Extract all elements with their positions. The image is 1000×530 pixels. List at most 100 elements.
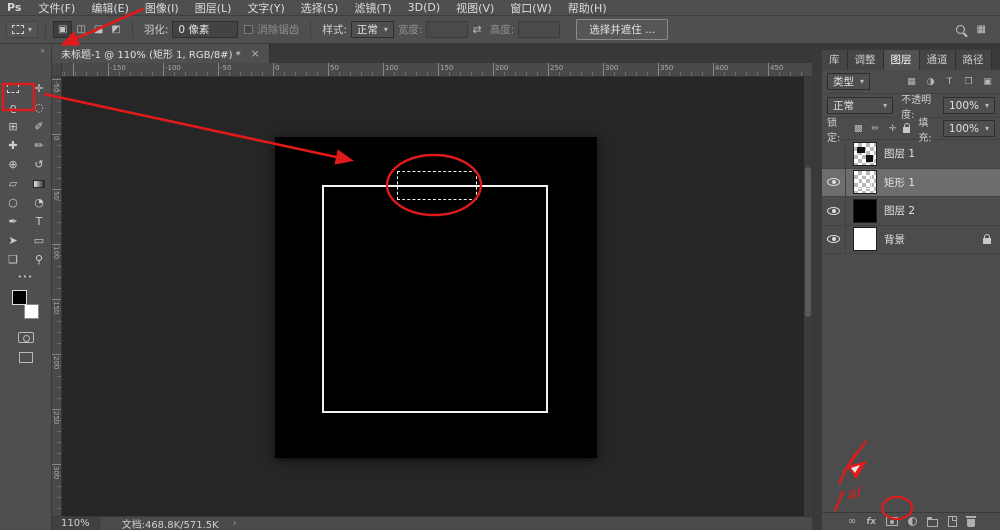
smart-object-filter-icon[interactable]: ▣: [980, 77, 995, 87]
new-group-icon[interactable]: [927, 519, 938, 527]
tool-type[interactable]: T: [26, 212, 52, 231]
swap-dimensions-icon[interactable]: ⇄: [472, 23, 481, 36]
pixel-filter-icon[interactable]: ▦: [904, 77, 919, 87]
tool-rectangular-marquee[interactable]: [0, 79, 26, 98]
new-selection-mode-icon[interactable]: ▣: [53, 21, 72, 38]
workspace-icon[interactable]: ▦: [977, 24, 986, 35]
menu-file[interactable]: 文件(F): [30, 0, 83, 16]
tool-clone-stamp[interactable]: ⊕: [0, 155, 26, 174]
menu-edit[interactable]: 编辑(E): [83, 0, 137, 16]
tab-channels[interactable]: 通道: [920, 50, 956, 70]
tab-adjustments[interactable]: 调整: [848, 50, 884, 70]
background-color-swatch[interactable]: [24, 304, 39, 319]
lock-all-icon[interactable]: [903, 127, 910, 133]
foreground-color-swatch[interactable]: [12, 290, 27, 305]
tool-eraser[interactable]: ▱: [0, 174, 26, 193]
tool-dodge[interactable]: ◔: [26, 193, 52, 212]
tool-move[interactable]: ✛: [26, 79, 52, 98]
select-and-mask-button[interactable]: 选择并遮住 ...: [576, 19, 668, 40]
layer-thumbnail[interactable]: [853, 199, 877, 223]
canvas[interactable]: [275, 137, 597, 458]
opacity-select[interactable]: 100% ▾: [943, 97, 995, 114]
visibility-toggle[interactable]: [822, 226, 846, 254]
visibility-toggle[interactable]: [822, 169, 846, 197]
tool-history-brush[interactable]: ↺: [26, 155, 52, 174]
add-layer-mask-icon[interactable]: [886, 517, 898, 526]
layer-row-rect1[interactable]: 矩形 1: [822, 169, 1000, 198]
screen-mode-icon[interactable]: [19, 352, 33, 363]
layer-thumbnail[interactable]: [853, 142, 877, 166]
tool-hand[interactable]: ❑: [0, 250, 26, 269]
filter-type-select[interactable]: 类型 ▾: [827, 73, 870, 90]
menu-layer[interactable]: 图层(L): [187, 0, 240, 16]
document-tab[interactable]: 未标题-1 @ 110% (矩形 1, RGB/8#) * ×: [52, 44, 270, 63]
tool-brush[interactable]: ✏: [26, 136, 52, 155]
tool-lasso[interactable]: ϱ: [0, 98, 26, 117]
height-input[interactable]: [518, 21, 560, 38]
feather-input[interactable]: 0 像素: [172, 21, 238, 38]
tool-healing-brush[interactable]: ✚: [0, 136, 26, 155]
visibility-toggle[interactable]: [822, 140, 846, 168]
adjustment-layer-icon[interactable]: [908, 517, 917, 526]
status-expand-icon[interactable]: ›: [233, 518, 237, 529]
zoom-level[interactable]: 110%: [52, 517, 100, 530]
canvas-viewport[interactable]: [62, 77, 812, 516]
tool-gradient[interactable]: [26, 174, 52, 193]
menu-3d[interactable]: 3D(D): [400, 1, 449, 14]
lock-transparency-icon[interactable]: ▩: [852, 124, 865, 134]
search-icon[interactable]: [956, 25, 965, 34]
shape-filter-icon[interactable]: ❒: [961, 77, 976, 87]
vertical-scrollbar[interactable]: [804, 77, 812, 516]
layer-row-background[interactable]: 背景: [822, 226, 1000, 255]
tool-zoom[interactable]: ⚲: [26, 250, 52, 269]
close-icon[interactable]: ×: [251, 47, 260, 60]
delete-layer-icon[interactable]: [967, 519, 975, 527]
tool-pen[interactable]: ✒: [0, 212, 26, 231]
style-select[interactable]: 正常 ▾: [351, 21, 394, 38]
layer-row-layer2[interactable]: 图层 2: [822, 197, 1000, 226]
width-input[interactable]: [426, 21, 468, 38]
scrollbar-thumb[interactable]: [805, 167, 811, 317]
menu-type[interactable]: 文字(Y): [239, 0, 292, 16]
menu-window[interactable]: 窗口(W): [502, 0, 559, 16]
quick-mask-icon[interactable]: [18, 332, 34, 343]
tool-quick-select[interactable]: ◌: [26, 98, 52, 117]
tool-blur[interactable]: ○: [0, 193, 26, 212]
layer-row-layer1[interactable]: 图层 1: [822, 140, 1000, 169]
status-bar: 110% 文档:468.8K/571.5K ›: [52, 516, 812, 530]
subtract-selection-mode-icon[interactable]: ◪: [90, 22, 107, 37]
menu-select[interactable]: 选择(S): [293, 0, 347, 16]
new-layer-icon[interactable]: [948, 516, 957, 527]
foreground-background-colors[interactable]: [11, 290, 41, 320]
layer-thumbnail[interactable]: [853, 170, 877, 194]
blend-mode-select[interactable]: 正常 ▾: [827, 97, 893, 114]
tool-eyedropper[interactable]: ✐: [26, 117, 52, 136]
adjustment-filter-icon[interactable]: ◑: [923, 77, 938, 87]
lock-pixels-icon[interactable]: ✏: [869, 124, 882, 134]
visibility-toggle[interactable]: [822, 197, 846, 225]
ruler-label: 300: [52, 466, 60, 479]
lock-position-icon[interactable]: ✛: [886, 124, 899, 134]
layer-style-icon[interactable]: fx: [866, 517, 876, 527]
tool-preset-button[interactable]: ▾: [6, 21, 38, 38]
link-layers-icon[interactable]: ∞: [848, 516, 856, 527]
layer-thumbnail[interactable]: [853, 227, 877, 251]
edit-toolbar-icon[interactable]: •••: [0, 273, 51, 281]
antialias-checkbox[interactable]: [244, 25, 253, 34]
tool-crop[interactable]: ⊞: [0, 117, 26, 136]
tab-layers[interactable]: 图层: [884, 50, 920, 70]
add-selection-mode-icon[interactable]: ◫: [72, 22, 89, 37]
tab-paths[interactable]: 路径: [956, 50, 992, 70]
menu-view[interactable]: 视图(V): [448, 0, 502, 16]
menu-help[interactable]: 帮助(H): [560, 0, 615, 16]
menu-image[interactable]: 图像(I): [137, 0, 187, 16]
tool-path-select[interactable]: ➤: [0, 231, 26, 250]
toolbar-collapse-icon[interactable]: »: [0, 44, 51, 55]
ruler-corner: [52, 63, 62, 77]
menu-filter[interactable]: 滤镜(T): [346, 0, 399, 16]
tool-shape[interactable]: ▭: [26, 231, 52, 250]
fill-select[interactable]: 100% ▾: [943, 120, 995, 137]
tab-library[interactable]: 库: [822, 50, 848, 70]
intersect-selection-mode-icon[interactable]: ◩: [107, 22, 124, 37]
type-filter-icon[interactable]: T: [942, 77, 957, 87]
